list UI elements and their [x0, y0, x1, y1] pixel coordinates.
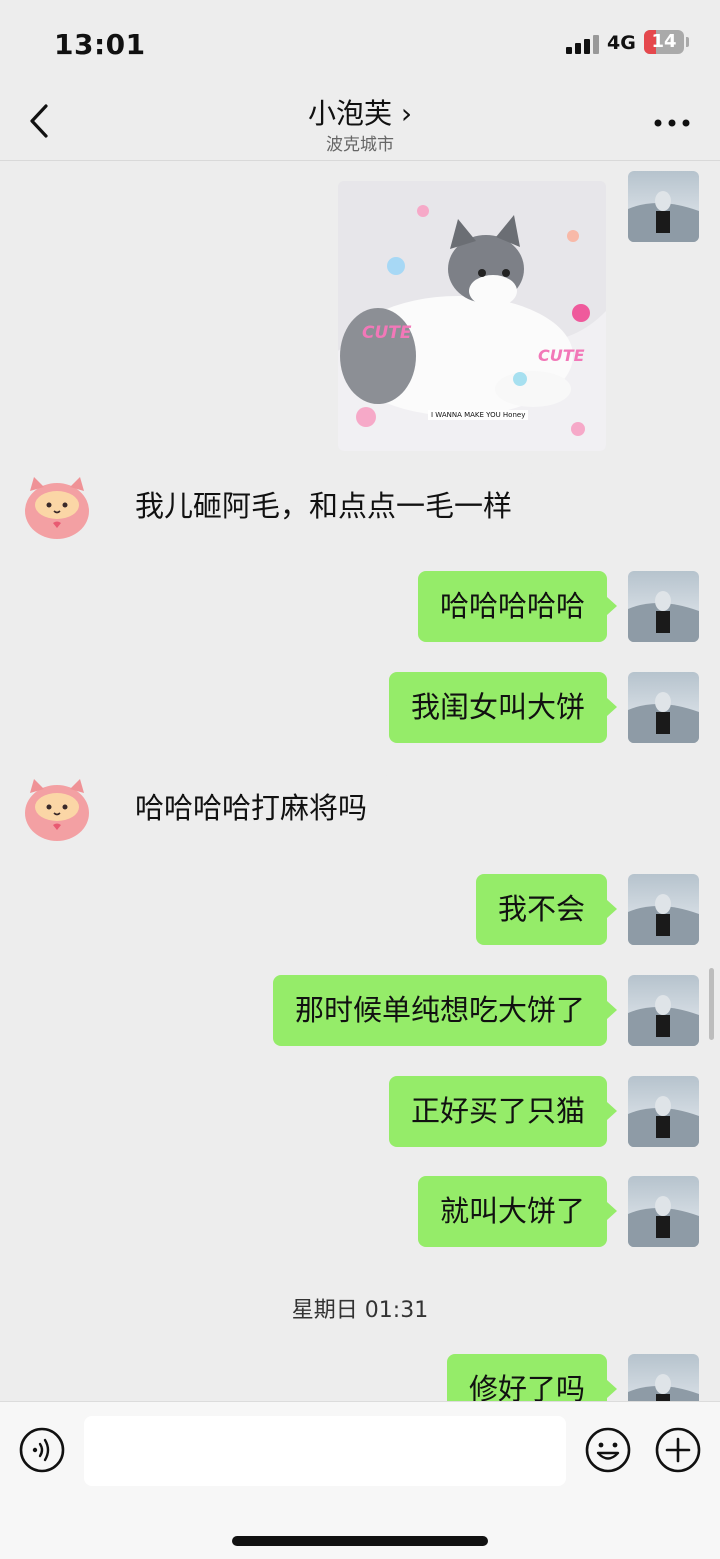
avatar-image — [628, 894, 699, 945]
emoji-icon — [585, 1427, 631, 1473]
battery-cap — [686, 37, 689, 47]
more-dots-icon — [654, 119, 690, 127]
battery-level: 14 — [651, 31, 677, 52]
message-row: 哈哈哈哈打麻将吗 — [0, 773, 720, 844]
message-bubble[interactable]: 我不会 — [475, 874, 618, 945]
home-indicator[interactable] — [232, 1536, 488, 1546]
input-bar — [0, 1401, 720, 1559]
cat-photo-message[interactable]: CUTE CUTE I WANNA MAKE YOU Honey — [338, 181, 606, 451]
battery-icon: 14 — [644, 30, 684, 54]
message-row: 修好了吗 — [0, 1354, 720, 1401]
cute-sticker-2: CUTE — [538, 346, 585, 365]
chat-header: 小泡芙 › 波克城市 — [0, 86, 720, 161]
my-avatar[interactable] — [628, 1176, 699, 1247]
message-bubble[interactable]: 那时候单纯想吃大饼了 — [272, 975, 618, 1046]
my-avatar[interactable] — [628, 1076, 699, 1147]
message-row: 我儿砸阿毛，和点点一毛一样 — [0, 471, 720, 542]
timestamp: 星期日 01:31 — [291, 1298, 429, 1323]
my-avatar[interactable] — [628, 672, 699, 743]
cute-sticker-1: CUTE — [362, 323, 412, 343]
message-row: 我闺女叫大饼 — [0, 672, 720, 743]
contact-avatar[interactable] — [22, 773, 93, 844]
my-avatar[interactable] — [628, 171, 699, 242]
message-bubble[interactable]: 哈哈哈哈打麻将吗 — [113, 773, 390, 844]
more-button[interactable] — [648, 108, 696, 138]
avatar-image — [628, 1196, 699, 1247]
my-avatar[interactable] — [628, 975, 699, 1046]
message-row: 正好买了只猫 — [0, 1076, 720, 1147]
avatar-image — [628, 191, 699, 242]
message-bubble[interactable]: 就叫大饼了 — [417, 1176, 618, 1247]
avatar-image — [628, 591, 699, 642]
contact-avatar[interactable] — [22, 471, 93, 542]
emoji-button[interactable] — [584, 1426, 632, 1474]
photo-caption: I WANNA MAKE YOU Honey — [428, 410, 529, 420]
chat-title[interactable]: 小泡芙 › — [0, 92, 720, 132]
message-row: 我不会 — [0, 874, 720, 945]
message-bubble[interactable]: 哈哈哈哈哈 — [417, 571, 618, 642]
avatar-image — [628, 692, 699, 743]
message-row: CUTE CUTE I WANNA MAKE YOU Honey — [0, 171, 720, 461]
avatar-image — [628, 995, 699, 1046]
network-type: 4G — [607, 32, 636, 54]
my-avatar[interactable] — [628, 571, 699, 642]
hamster-avatar-icon — [25, 779, 89, 841]
plus-button[interactable] — [654, 1426, 702, 1474]
message-bubble[interactable]: 我闺女叫大饼 — [388, 672, 618, 743]
message-bubble[interactable]: 正好买了只猫 — [388, 1076, 618, 1147]
message-row: 那时候单纯想吃大饼了 — [0, 975, 720, 1046]
message-bubble[interactable]: 修好了吗 — [446, 1354, 618, 1401]
scrollbar[interactable] — [709, 968, 714, 1040]
message-row: 就叫大饼了 — [0, 1176, 720, 1247]
status-time: 13:01 — [54, 28, 146, 61]
message-bubble[interactable]: 我儿砸阿毛，和点点一毛一样 — [113, 471, 535, 542]
plus-icon — [655, 1427, 701, 1473]
hamster-avatar-icon — [25, 477, 89, 539]
avatar-image — [628, 1374, 699, 1401]
signal-icon — [566, 34, 602, 54]
voice-button[interactable] — [18, 1426, 66, 1474]
avatar-image — [628, 1096, 699, 1147]
my-avatar[interactable] — [628, 874, 699, 945]
message-input[interactable] — [84, 1416, 566, 1486]
chat-subtitle: 波克城市 — [326, 135, 394, 155]
message-list[interactable]: CUTE CUTE I WANNA MAKE YOU Honey 我儿砸阿毛，和… — [0, 161, 720, 1401]
my-avatar[interactable] — [628, 1354, 699, 1401]
status-bar: 13:01 4G 14 — [0, 0, 720, 86]
message-row: 哈哈哈哈哈 — [0, 571, 720, 642]
voice-icon — [19, 1427, 65, 1473]
